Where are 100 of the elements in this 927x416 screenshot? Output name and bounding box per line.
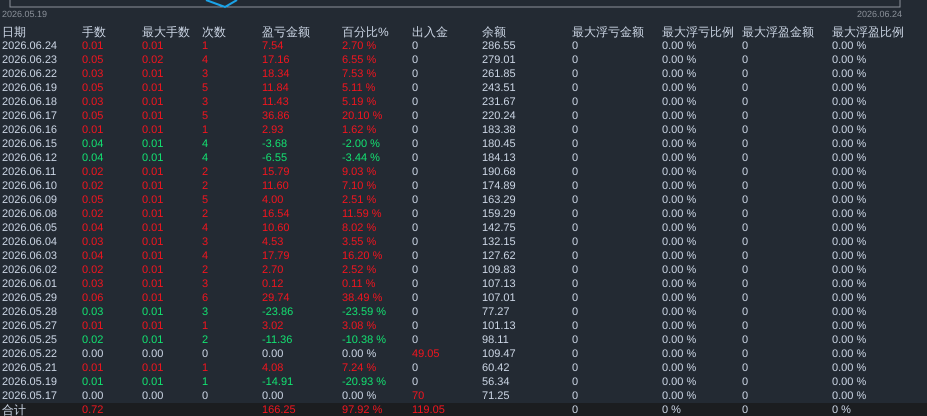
table-cell-text: 220.24 — [482, 109, 517, 123]
table-cell-text: 0 — [412, 193, 420, 207]
table-cell-text: 3.55 % — [342, 235, 378, 249]
table-cell-text: 0 — [742, 123, 750, 137]
table-cell-text: 0.00 — [82, 347, 104, 361]
table-cell-text: 1.62 % — [342, 123, 378, 137]
table-cell-text: 0.01 — [82, 319, 104, 333]
table-cell-text: 4 — [202, 249, 210, 263]
table-cell-text: 0.00 % — [662, 39, 698, 53]
table-cell-text: 5 — [202, 81, 210, 95]
table-cell-text: 6.55 % — [342, 53, 378, 67]
table-cell-text: 0 — [572, 151, 580, 165]
table-cell-text: 101.13 — [482, 319, 517, 333]
table-cell-text: 98.11 — [482, 333, 510, 347]
table-cell-text: 0 — [742, 333, 750, 347]
table-cell-text: 0 — [742, 151, 750, 165]
table-cell-text: 0.00 % — [832, 53, 868, 67]
table-cell-text: 4 — [202, 221, 210, 235]
table-cell-text: 2.70 % — [342, 39, 378, 53]
table-cell-text: 18.34 — [262, 67, 291, 81]
table-cell-text: 1 — [202, 361, 210, 375]
table-cell-text: 0.03 — [82, 67, 104, 81]
table-cell-text: 0.00 % — [832, 319, 868, 333]
total-label: 合计 — [2, 403, 27, 416]
table-cell-text: 4.08 — [262, 361, 284, 375]
table-cell-text: 0 — [412, 151, 420, 165]
table-cell-text: 0 — [742, 263, 750, 277]
table-cell-text: 0.01 — [142, 361, 164, 375]
table-cell-text: 0.00 % — [662, 179, 698, 193]
table-cell-text: 0.04 — [82, 221, 104, 235]
table-cell-text: 0.00 % — [832, 347, 868, 361]
table-cell-text: 0 — [742, 403, 750, 416]
table-cell-text: 0 — [572, 137, 580, 151]
table-cell-text: 0.00 % — [662, 137, 698, 151]
table-cell-text: 0 — [572, 207, 580, 221]
table-cell-text: 2026.05.29 — [2, 291, 58, 305]
table-cell-text: 0.00 % — [832, 179, 868, 193]
table-cell-text: 0 — [572, 165, 580, 179]
table-cell-text: 0 — [742, 221, 750, 235]
table-cell-text: 0.05 — [82, 193, 104, 207]
table-cell-text: 0.00 % — [662, 319, 698, 333]
table-cell-text: 4 — [202, 137, 210, 151]
table-cell-text: 0.00 % — [832, 81, 868, 95]
table-cell-text: 0.00 % — [832, 305, 868, 319]
table-cell-text: 0.01 — [142, 193, 164, 207]
table-cell-text: 0.00 — [142, 347, 164, 361]
table-cell-text: 109.83 — [482, 263, 517, 277]
table-cell-text: 0 — [572, 39, 580, 53]
column-header: 盈亏金额 — [262, 25, 311, 39]
table-cell-text: 0.01 — [142, 291, 164, 305]
table-cell-text: 0.00 % — [662, 305, 698, 319]
table-cell-text: 0.01 — [142, 207, 164, 221]
table-cell-text: 4.00 — [262, 193, 284, 207]
table-cell-text: 0.05 — [82, 53, 104, 67]
table-cell-text: 20.10 % — [342, 109, 384, 123]
table-cell-text: 11.59 % — [342, 207, 383, 221]
table-cell-text: 1 — [202, 375, 210, 389]
table-cell-text: 2026.06.01 — [2, 277, 58, 291]
table-cell-text: 2026.06.02 — [2, 263, 58, 277]
table-cell-text: 2026.06.09 — [2, 193, 58, 207]
table-cell-text: 0 — [742, 347, 750, 361]
table-cell-text: 0.00 % — [832, 249, 868, 263]
table-cell-text: 0.00 % — [662, 263, 698, 277]
table-cell-text: 3 — [202, 305, 210, 319]
table-cell-text: 0.01 — [142, 277, 164, 291]
table-cell-text: 0.00 % — [662, 81, 698, 95]
table-cell-text: 0 — [572, 277, 580, 291]
table-cell-text: -3.44 % — [342, 151, 381, 165]
table-cell-text: 0 — [412, 361, 420, 375]
table-cell-text: 0 — [572, 305, 580, 319]
table-cell-text: 0 — [412, 291, 420, 305]
table-cell-text: 0.01 — [82, 39, 104, 53]
table-cell-text: 0.00 % — [662, 361, 698, 375]
table-cell-text: 16.20 % — [342, 249, 384, 263]
table-cell-text: 0 — [572, 53, 580, 67]
column-header: 最大浮盈金额 — [742, 25, 815, 39]
table-cell-text: 183.38 — [482, 123, 517, 137]
table-cell-text: 0 — [742, 81, 750, 95]
table-cell-text: 0.00 % — [832, 137, 868, 151]
table-cell-text: 2026.05.19 — [2, 375, 58, 389]
table-cell-text: 0.06 — [82, 291, 104, 305]
table-cell-text: 2026.05.22 — [2, 347, 58, 361]
table-cell-text: 0 — [572, 291, 580, 305]
table-cell-text: 0 — [572, 109, 580, 123]
table-cell-text: 0.05 — [82, 81, 104, 95]
table-cell-text: 180.45 — [482, 137, 517, 151]
table-cell-text: 2 — [202, 179, 210, 193]
table-cell-text: 142.75 — [482, 221, 517, 235]
column-header: 出入金 — [412, 25, 449, 39]
table-cell-text: 0.02 — [82, 207, 104, 221]
table-cell-text: 0.00 % — [832, 235, 868, 249]
table-cell-text: 0.00 % — [832, 193, 868, 207]
table-cell-text: 0.05 — [82, 109, 104, 123]
table-cell-text: 159.29 — [482, 207, 517, 221]
table-cell-text: 1 — [202, 123, 210, 137]
table-cell-text: 0 — [412, 109, 420, 123]
table-cell-text: 132.15 — [482, 235, 517, 249]
column-header: 次数 — [202, 25, 227, 39]
table-cell-text: 0 — [572, 375, 580, 389]
table-cell-text: 0.01 — [142, 39, 164, 53]
